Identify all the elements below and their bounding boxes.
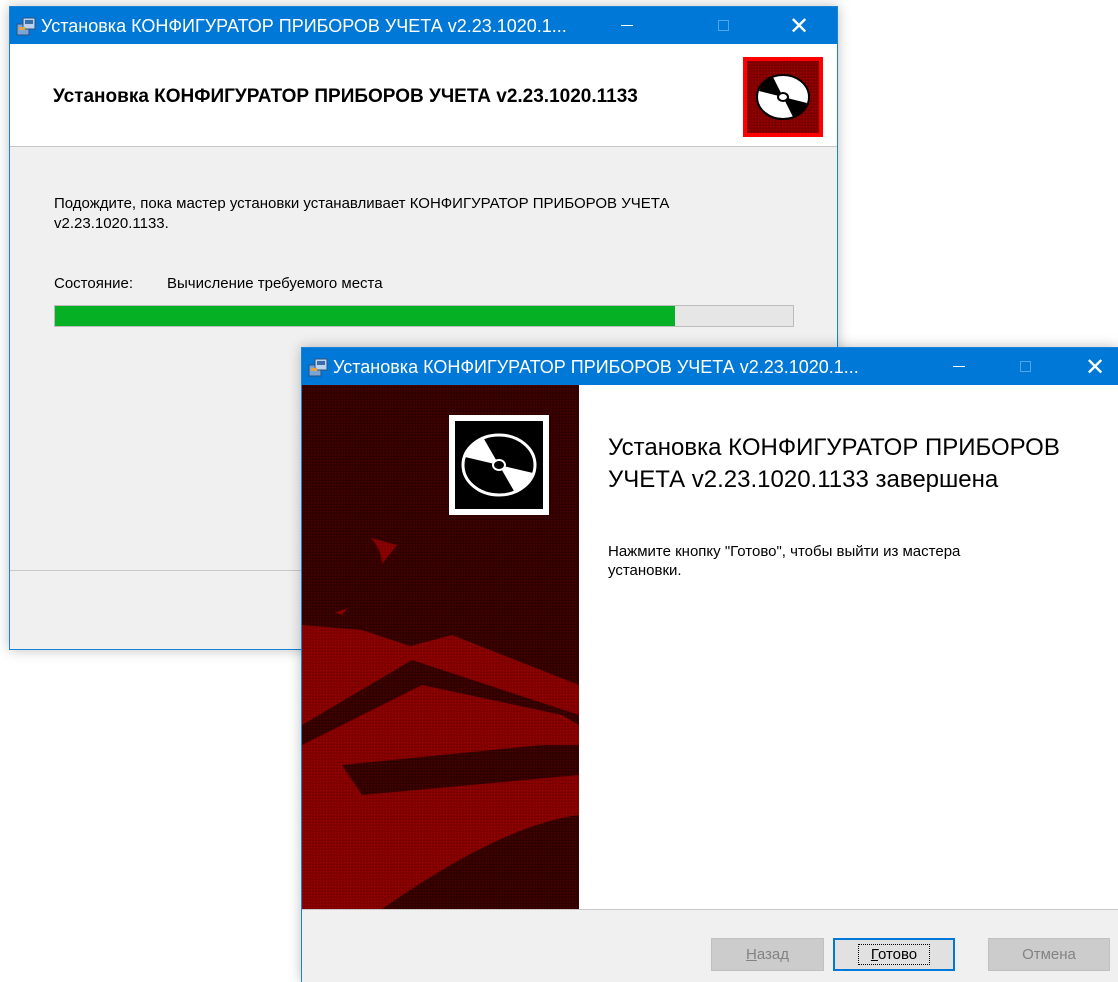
cancel-button-label: Отмена (1022, 946, 1076, 963)
finish-button[interactable]: Готово (833, 938, 955, 971)
minimize-icon (953, 366, 965, 367)
back-button-mnemonic: Н (746, 946, 757, 963)
cd-disc-icon (743, 57, 823, 137)
finish-button-mnemonic: Г (870, 946, 878, 963)
finish-button-label: отово (877, 946, 918, 963)
maximize-button (1002, 348, 1048, 385)
maximize-icon (1019, 361, 1031, 372)
maximize-button (700, 7, 746, 44)
titlebar[interactable]: Установка КОНФИГУРАТОР ПРИБОРОВ УЧЕТА v2… (302, 348, 1118, 385)
close-button[interactable]: ✕ (1072, 348, 1118, 385)
back-button[interactable]: Назад (711, 938, 824, 971)
close-icon: ✕ (788, 11, 810, 40)
header-title: Установка КОНФИГУРАТОР ПРИБОРОВ УЧЕТА v2… (53, 86, 638, 107)
wizard-side-banner (302, 385, 579, 909)
progress-bar (54, 305, 794, 327)
back-button-label: азад (756, 946, 789, 963)
finish-heading: Установка КОНФИГУРАТОР ПРИБОРОВ УЧЕТА v2… (608, 434, 1060, 493)
installer-package-icon (308, 358, 328, 377)
finish-button-focus: Готово (857, 944, 931, 965)
window-title: Установка КОНФИГУРАТОР ПРИБОРОВ УЧЕТА v2… (333, 357, 859, 377)
installer-complete-window: Установка КОНФИГУРАТОР ПРИБОРОВ УЧЕТА v2… (301, 347, 1118, 982)
status-label: Состояние: (54, 275, 134, 292)
header-band: Установка КОНФИГУРАТОР ПРИБОРОВ УЧЕТА v2… (10, 44, 837, 147)
maximize-icon (717, 20, 729, 31)
titlebar[interactable]: Установка КОНФИГУРАТОР ПРИБОРОВ УЧЕТА v2… (10, 7, 837, 44)
finish-message: Нажмите кнопку "Готово", чтобы выйти из … (608, 543, 961, 579)
progress-fill (55, 306, 675, 326)
content-pane: Установка КОНФИГУРАТОР ПРИБОРОВ УЧЕТА v2… (579, 385, 1118, 909)
minimize-button[interactable] (604, 7, 650, 44)
minimize-icon (621, 25, 633, 26)
status-value: Вычисление требуемого места (167, 275, 383, 292)
cancel-button[interactable]: Отмена (988, 938, 1110, 971)
progress-message: Подождите, пока мастер установки устанав… (54, 195, 670, 232)
installer-package-icon (16, 17, 36, 36)
close-icon: ✕ (1084, 352, 1106, 381)
minimize-button[interactable] (936, 348, 982, 385)
footer-divider (302, 909, 1118, 910)
close-button[interactable]: ✕ (776, 7, 822, 44)
window-title: Установка КОНФИГУРАТОР ПРИБОРОВ УЧЕТА v2… (41, 16, 567, 36)
